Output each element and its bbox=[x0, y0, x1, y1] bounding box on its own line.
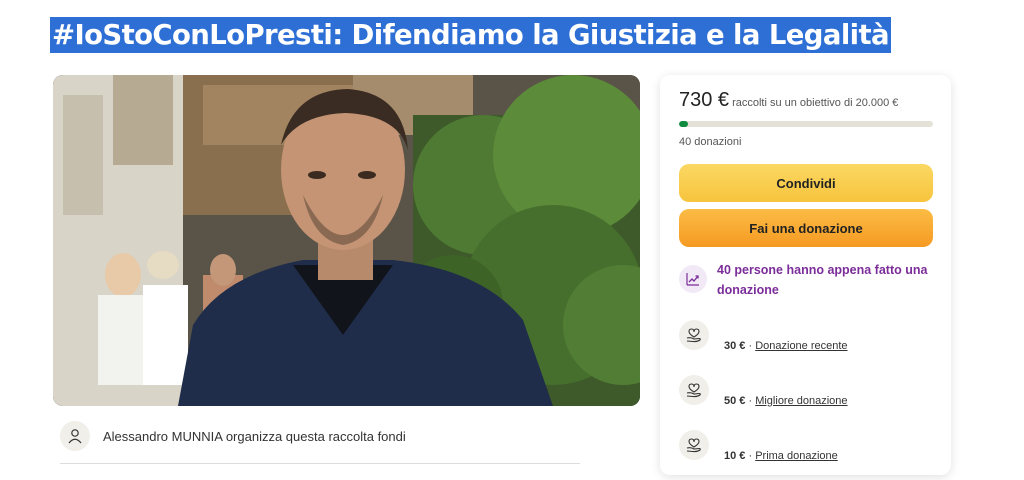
progress-fill bbox=[679, 121, 689, 127]
donation-top-link[interactable]: Migliore donazione bbox=[755, 395, 847, 407]
progress-bar bbox=[679, 121, 933, 127]
donation-item: 30 € · Donazione recente bbox=[679, 320, 939, 370]
donation-item: 10 € · Prima donazione bbox=[679, 430, 939, 480]
donations-count: 40 donazioni bbox=[679, 136, 742, 148]
donation-amount: 50 € bbox=[724, 395, 746, 407]
donation-amount: 30 € bbox=[724, 340, 746, 352]
recent-donors-notice: 40 persone hanno appena fatto una donazi… bbox=[679, 261, 939, 300]
notice-text: 40 persone hanno appena fatto una donazi… bbox=[717, 263, 928, 297]
donation-heart-icon bbox=[679, 320, 709, 350]
donation-panel: 730 € raccolti su un obiettivo di 20.000 … bbox=[660, 75, 951, 475]
campaign-hero-image bbox=[53, 75, 640, 406]
trending-up-icon bbox=[679, 265, 707, 293]
donation-heart-icon bbox=[679, 430, 709, 460]
hero-photo-illustration bbox=[53, 75, 640, 406]
raised-summary: 730 € raccolti su un obiettivo di 20.000 … bbox=[679, 89, 898, 112]
divider bbox=[60, 463, 580, 464]
donation-amount: 10 € bbox=[724, 450, 746, 462]
donation-item: 50 € · Migliore donazione bbox=[679, 375, 939, 425]
user-icon bbox=[60, 421, 90, 451]
organizer-text: Alessandro MUNNIA organizza questa racco… bbox=[103, 428, 406, 444]
donation-first-link[interactable]: Prima donazione bbox=[755, 450, 838, 462]
donate-button[interactable]: Fai una donazione bbox=[679, 209, 933, 247]
donation-heart-icon bbox=[679, 375, 709, 405]
share-button[interactable]: Condividi bbox=[679, 164, 933, 202]
goal-text: raccolti su un obiettivo di 20.000 € bbox=[732, 97, 899, 109]
organizer-row: Alessandro MUNNIA organizza questa racco… bbox=[60, 421, 580, 451]
raised-amount: 730 € bbox=[679, 89, 730, 111]
donation-recent-link[interactable]: Donazione recente bbox=[755, 340, 847, 352]
page-title: #IoStoConLoPresti: Difendiamo la Giustiz… bbox=[50, 17, 891, 53]
